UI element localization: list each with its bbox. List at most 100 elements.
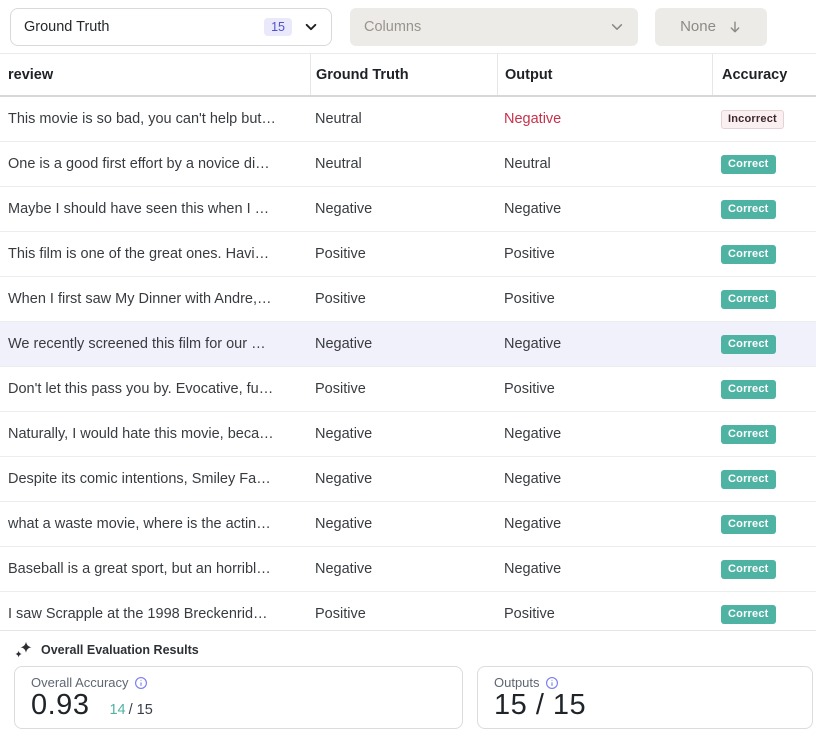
- table-row[interactable]: Despite its comic intentions, Smiley Fa……: [0, 457, 816, 502]
- ground-truth-cell: Positive: [310, 381, 497, 397]
- output-cell: Negative: [497, 471, 712, 487]
- review-cell: Maybe I should have seen this when I …: [0, 201, 310, 217]
- output-value: Negative: [504, 516, 561, 532]
- output-cell: Positive: [497, 381, 712, 397]
- results-cards: Overall Accuracy 0.93 14/ 15 Outputs: [0, 658, 816, 729]
- output-cell: Positive: [497, 246, 712, 262]
- accuracy-badge: Correct: [721, 200, 776, 219]
- overall-results-title: Overall Evaluation Results: [41, 643, 199, 657]
- accuracy-badge: Correct: [721, 515, 776, 534]
- outputs-card: Outputs 15 / 15: [477, 666, 813, 729]
- accuracy-badge: Correct: [721, 155, 776, 174]
- ground-truth-cell: Negative: [310, 516, 497, 532]
- output-value: Positive: [504, 606, 555, 622]
- arrow-down-icon: [728, 20, 742, 34]
- ground-truth-select[interactable]: Ground Truth 15: [10, 8, 332, 46]
- columns-select[interactable]: Columns: [350, 8, 638, 46]
- table-header: review Ground Truth Output Accuracy: [0, 54, 816, 97]
- ground-truth-cell: Negative: [310, 201, 497, 217]
- output-cell: Neutral: [497, 156, 712, 172]
- output-cell: Negative: [497, 561, 712, 577]
- accuracy-badge: Correct: [721, 425, 776, 444]
- accuracy-badge: Correct: [721, 290, 776, 309]
- info-icon[interactable]: [134, 676, 148, 690]
- table-row[interactable]: We recently screened this film for our ……: [0, 322, 816, 367]
- output-value: Positive: [504, 291, 555, 307]
- accuracy-badge: Correct: [721, 245, 776, 264]
- table-row[interactable]: One is a good first effort by a novice d…: [0, 142, 816, 187]
- header-ground-truth: Ground Truth: [310, 54, 497, 95]
- accuracy-badge: Incorrect: [721, 110, 784, 129]
- ground-truth-cell: Positive: [310, 246, 497, 262]
- ground-truth-cell: Negative: [310, 471, 497, 487]
- overall-accuracy-label: Overall Accuracy: [31, 675, 129, 690]
- output-cell: Negative: [497, 516, 712, 532]
- output-cell: Negative: [497, 426, 712, 442]
- output-cell: Positive: [497, 606, 712, 622]
- overall-accuracy-card: Overall Accuracy 0.93 14/ 15: [14, 666, 463, 729]
- overall-results-panel: Overall Evaluation Results Overall Accur…: [0, 630, 816, 747]
- accuracy-fraction: 14/ 15: [109, 702, 152, 718]
- header-review: review: [0, 54, 310, 95]
- output-value: Negative: [504, 111, 561, 127]
- accuracy-cell: Correct: [712, 335, 816, 354]
- table-row[interactable]: When I first saw My Dinner with Andre,… …: [0, 277, 816, 322]
- accuracy-cell: Correct: [712, 560, 816, 579]
- accuracy-cell: Correct: [712, 605, 816, 624]
- accuracy-cell: Correct: [712, 200, 816, 219]
- header-output: Output: [497, 54, 712, 95]
- accuracy-cell: Correct: [712, 515, 816, 534]
- info-icon[interactable]: [545, 676, 559, 690]
- accuracy-cell: Correct: [712, 290, 816, 309]
- ground-truth-cell: Neutral: [310, 156, 497, 172]
- table-row[interactable]: Maybe I should have seen this when I … N…: [0, 187, 816, 232]
- overall-accuracy-value: 0.93: [31, 689, 89, 722]
- ground-truth-cell: Positive: [310, 291, 497, 307]
- accuracy-badge: Correct: [721, 335, 776, 354]
- overall-results-header: Overall Evaluation Results: [0, 631, 816, 658]
- table-row[interactable]: This film is one of the great ones. Havi…: [0, 232, 816, 277]
- sort-order-label: None: [680, 18, 716, 35]
- accuracy-cell: Correct: [712, 155, 816, 174]
- ground-truth-cell: Neutral: [310, 111, 497, 127]
- accuracy-badge: Correct: [721, 470, 776, 489]
- toolbar: Ground Truth 15 Columns None: [0, 0, 816, 54]
- output-value: Negative: [504, 201, 561, 217]
- table-row[interactable]: This movie is so bad, you can't help but…: [0, 97, 816, 142]
- ground-truth-cell: Negative: [310, 426, 497, 442]
- accuracy-cell: Correct: [712, 380, 816, 399]
- row-count-badge: 15: [264, 18, 292, 36]
- output-cell: Negative: [497, 201, 712, 217]
- ground-truth-cell: Negative: [310, 561, 497, 577]
- table-row[interactable]: what a waste movie, where is the actin… …: [0, 502, 816, 547]
- outputs-value: 15 / 15: [494, 689, 586, 722]
- accuracy-badge: Correct: [721, 380, 776, 399]
- review-cell: This movie is so bad, you can't help but…: [0, 111, 310, 127]
- review-cell: Don't let this pass you by. Evocative, f…: [0, 381, 310, 397]
- accuracy-cell: Incorrect: [712, 110, 816, 129]
- output-value: Negative: [504, 471, 561, 487]
- chevron-down-icon: [304, 20, 318, 34]
- accuracy-cell: Correct: [712, 245, 816, 264]
- output-value: Positive: [504, 381, 555, 397]
- review-cell: Baseball is a great sport, but an horrib…: [0, 561, 310, 577]
- output-value: Negative: [504, 426, 561, 442]
- ground-truth-select-label: Ground Truth: [24, 19, 264, 35]
- review-cell: Despite its comic intentions, Smiley Fa…: [0, 471, 310, 487]
- sort-order-button[interactable]: None: [655, 8, 767, 46]
- output-value: Neutral: [504, 156, 551, 172]
- output-cell: Negative: [497, 111, 712, 127]
- review-cell: We recently screened this film for our …: [0, 336, 310, 352]
- ground-truth-cell: Negative: [310, 336, 497, 352]
- table-row[interactable]: I saw Scrapple at the 1998 Breckenrid… P…: [0, 592, 816, 630]
- review-cell: I saw Scrapple at the 1998 Breckenrid…: [0, 606, 310, 622]
- accuracy-cell: Correct: [712, 470, 816, 489]
- output-value: Negative: [504, 561, 561, 577]
- output-value: Positive: [504, 246, 555, 262]
- outputs-label: Outputs: [494, 675, 540, 690]
- table-row[interactable]: Don't let this pass you by. Evocative, f…: [0, 367, 816, 412]
- table-row[interactable]: Naturally, I would hate this movie, beca…: [0, 412, 816, 457]
- table-row[interactable]: Baseball is a great sport, but an horrib…: [0, 547, 816, 592]
- accuracy-cell: Correct: [712, 425, 816, 444]
- columns-select-label: Columns: [364, 19, 610, 35]
